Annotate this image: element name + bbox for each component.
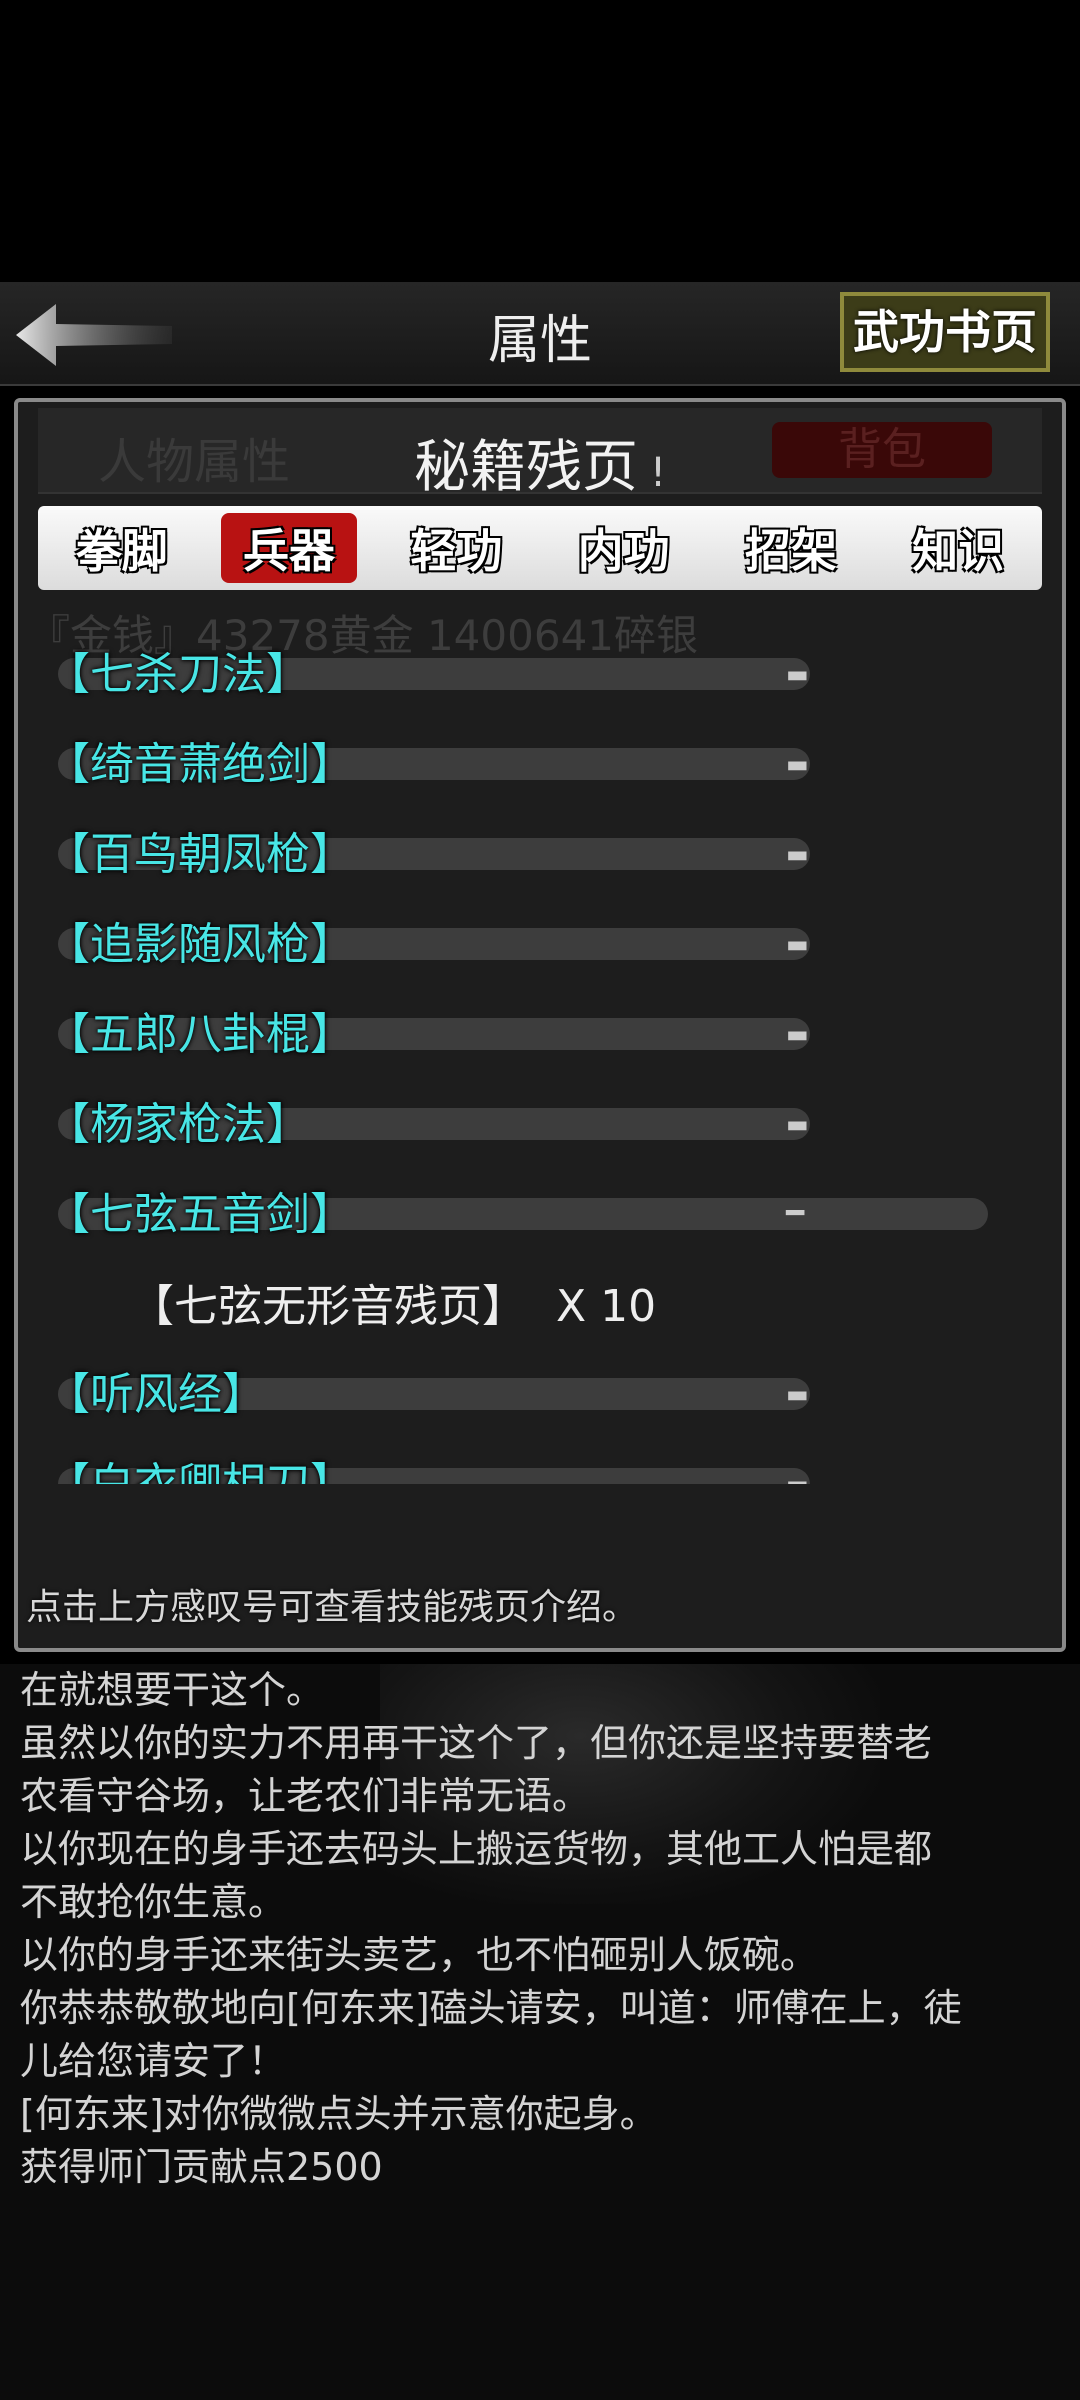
skill-name: 【杨家枪法】: [46, 1099, 310, 1150]
skill-name: 【听风经】: [46, 1369, 266, 1420]
skill-name: 【追影随风枪】: [46, 919, 354, 970]
log-line: 你恭恭敬敬地向[何东来]磕头请安，叫道：师傅在上，徒: [20, 1986, 962, 2030]
skill-name: 【百鸟朝凤枪】: [46, 829, 354, 880]
tab-zhishi[interactable]: 知识: [890, 513, 1026, 583]
skill-row[interactable]: 【百鸟朝凤枪】 ▬: [46, 814, 976, 886]
skill-page-name: 【七弦无形音残页】: [130, 1281, 526, 1332]
skill-row-expanded[interactable]: 【七弦五音剑】 ━: [46, 1174, 988, 1246]
skill-row[interactable]: 【听风经】 ▬: [46, 1354, 976, 1426]
log-line: 获得师门贡献点2500: [20, 2145, 383, 2189]
skill-row[interactable]: 【杨家枪法】 ▬: [46, 1084, 976, 1156]
skill-name: 【五郎八卦棍】: [46, 1009, 354, 1060]
log-line: 在就想要干这个。: [20, 1668, 325, 1712]
skill-row[interactable]: 【七杀刀法】 ▬: [46, 634, 976, 706]
log-line: 虽然以你的实力不用再干这个了，但你还是坚持要替老: [20, 1721, 933, 1765]
skill-pages-panel: 人物属性 秘籍残页! 背包 拳脚 兵器 轻功 内功 招架 知识 『金钱』4327…: [14, 398, 1066, 1652]
backpack-tab[interactable]: 背包: [772, 422, 992, 478]
log-line: 以你现在的身手还去码头上搬运货物，其他工人怕是都: [20, 1827, 933, 1871]
skill-page-count: X 10: [556, 1281, 657, 1332]
skill-name: 【绮音萧绝剑】: [46, 739, 354, 790]
top-bar: 属性 武功书页: [0, 282, 1080, 386]
log-line: 儿给您请安了！: [20, 2039, 287, 2083]
skill-row[interactable]: 【五郎八卦棍】 ▬: [46, 994, 976, 1066]
wugong-page-button[interactable]: 武功书页: [840, 292, 1050, 372]
info-exclamation-icon[interactable]: !: [650, 450, 666, 496]
tab-qinggong[interactable]: 轻功: [388, 513, 524, 583]
skill-name: 【七杀刀法】: [46, 649, 310, 700]
hint-text: 点击上方感叹号可查看技能残页介绍。: [26, 1587, 639, 1628]
log-line: 农看守谷场，让老农们非常无语。: [20, 1774, 591, 1818]
chevron-down-icon[interactable]: ▬: [786, 840, 809, 868]
message-log[interactable]: 在就想要干这个。 虽然以你的实力不用再干这个了，但你还是坚持要替老 农看守谷场，…: [0, 1664, 1080, 2400]
chevron-down-icon[interactable]: ▬: [786, 1380, 809, 1408]
category-tabs: 拳脚 兵器 轻功 内功 招架 知识: [38, 506, 1042, 590]
tab-neigong[interactable]: 内功: [556, 513, 692, 583]
chevron-down-icon[interactable]: ▬: [786, 660, 809, 688]
minus-icon[interactable]: ━: [786, 1196, 804, 1231]
chevron-down-icon[interactable]: ▬: [786, 930, 809, 958]
skill-name: 【七弦五音剑】: [46, 1189, 354, 1240]
chevron-down-icon[interactable]: ▬: [786, 750, 809, 778]
tab-zhaojia[interactable]: 招架: [723, 513, 859, 583]
skill-row[interactable]: 【绮音萧绝剑】 ▬: [46, 724, 976, 796]
skill-list[interactable]: 【七杀刀法】 ▬ 【绮音萧绝剑】 ▬ 【百鸟朝凤枪】 ▬ 【追影随风枪】 ▬ 【…: [18, 634, 1062, 1484]
tab-bingqi[interactable]: 兵器: [220, 513, 357, 583]
log-lines: 在就想要干这个。 虽然以你的实力不用再干这个了，但你还是坚持要替老 农看守谷场，…: [20, 1664, 1060, 2194]
log-line: [何东来]对你微微点头并示意你起身。: [20, 2092, 658, 2136]
chevron-down-icon[interactable]: ▬: [786, 1110, 809, 1138]
skill-page-detail: 【七弦无形音残页】 X 10: [130, 1270, 656, 1334]
skill-name: 【白衣卿相刀】: [46, 1448, 354, 1484]
chevron-down-icon[interactable]: ▬: [786, 1470, 809, 1484]
chevron-down-icon[interactable]: ▬: [786, 1020, 809, 1048]
skill-row[interactable]: 【白衣卿相刀】 ▬: [46, 1444, 976, 1484]
log-line: 以你的身手还来街头卖艺，也不怕砸别人饭碗。: [20, 1933, 819, 1977]
log-line: 不敢抢你生意。: [20, 1880, 287, 1924]
skill-row[interactable]: 【追影随风枪】 ▬: [46, 904, 976, 976]
tab-quanjiao[interactable]: 拳脚: [54, 513, 190, 583]
panel-title-text: 秘籍残页: [413, 435, 638, 500]
panel-header: 人物属性 秘籍残页! 背包: [38, 408, 1042, 500]
